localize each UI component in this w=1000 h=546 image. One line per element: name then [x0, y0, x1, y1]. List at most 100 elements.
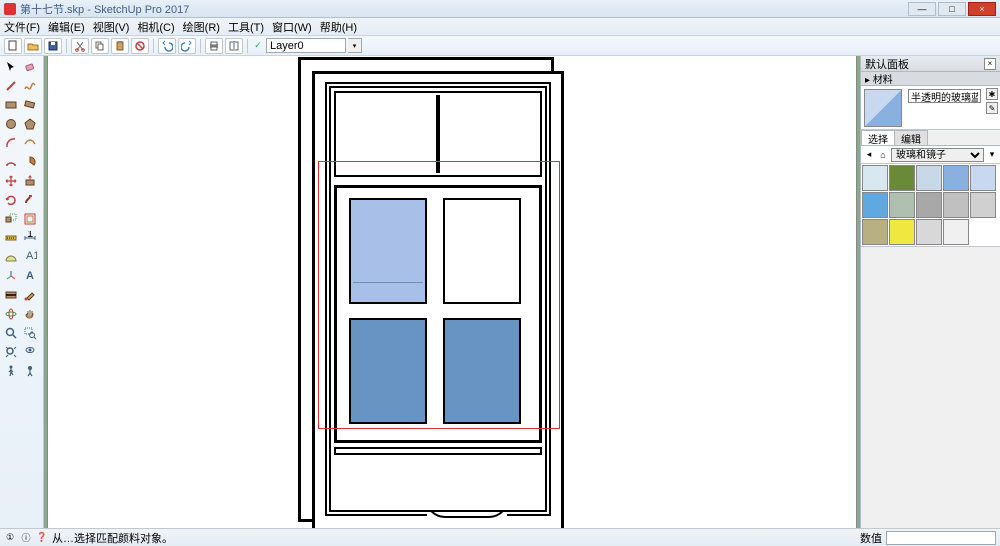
status-message: 从…选择匹配颜料对象。	[52, 530, 856, 546]
material-name-input[interactable]	[908, 89, 981, 103]
minimize-button[interactable]: —	[908, 2, 936, 16]
tool-orbit[interactable]	[2, 305, 20, 323]
swatch-6[interactable]	[889, 192, 915, 218]
default-tray-header[interactable]: 默认面板 ×	[861, 56, 1000, 72]
tool-redo[interactable]	[178, 38, 196, 54]
tool-save[interactable]	[44, 38, 62, 54]
default-tray-label: 默认面板	[865, 56, 909, 72]
canvas-paper	[47, 56, 857, 528]
tool-move[interactable]	[2, 172, 20, 190]
tool-print[interactable]	[205, 38, 223, 54]
tool-polygon[interactable]	[21, 115, 39, 133]
tool-freehand[interactable]	[21, 77, 39, 95]
tool-open[interactable]	[24, 38, 42, 54]
swatch-0[interactable]	[862, 165, 888, 191]
tab-select[interactable]: 选择	[861, 130, 895, 145]
menu-file[interactable]: 文件(F)	[4, 19, 40, 35]
status-info-icon[interactable]: ⓘ	[20, 532, 32, 544]
tool-2pt-arc[interactable]	[21, 134, 39, 152]
tool-position-camera[interactable]	[21, 343, 39, 361]
tool-rotated-rect[interactable]	[21, 96, 39, 114]
tool-new[interactable]	[4, 38, 22, 54]
tool-3dtext[interactable]: A	[21, 267, 39, 285]
swatch-10[interactable]	[862, 219, 888, 245]
menu-edit[interactable]: 编辑(E)	[48, 19, 85, 35]
tool-paste[interactable]	[111, 38, 129, 54]
swatch-3[interactable]	[943, 165, 969, 191]
tool-zoom-extents[interactable]	[2, 343, 20, 361]
tool-copy[interactable]	[91, 38, 109, 54]
tool-eraser[interactable]	[21, 58, 39, 76]
tool-rectangle[interactable]	[2, 96, 20, 114]
tool-3pt-arc[interactable]	[2, 153, 20, 171]
swatch-8[interactable]	[943, 192, 969, 218]
svg-text:i: i	[233, 40, 235, 52]
close-button[interactable]: ×	[968, 2, 996, 16]
tool-look[interactable]	[21, 362, 39, 380]
tool-pushpull[interactable]	[21, 172, 39, 190]
tray-close-icon[interactable]: ×	[984, 58, 996, 70]
tool-dimension[interactable]: 1	[21, 229, 39, 247]
tool-zoom-window[interactable]	[21, 324, 39, 342]
sample-paint-icon[interactable]: ✎	[986, 102, 998, 114]
tool-model-info[interactable]: i	[225, 38, 243, 54]
tool-pie[interactable]	[21, 153, 39, 171]
material-swatch[interactable]	[864, 89, 902, 127]
menu-camera[interactable]: 相机(C)	[137, 19, 174, 35]
tool-rotate[interactable]	[2, 191, 20, 209]
menu-window[interactable]: 窗口(W)	[272, 19, 312, 35]
materials-header[interactable]: ▸ 材料	[861, 72, 1000, 86]
tool-arc[interactable]	[2, 134, 20, 152]
tool-tape[interactable]	[2, 229, 20, 247]
menu-help[interactable]: 帮助(H)	[320, 19, 357, 35]
nav-menu-icon[interactable]: ▾	[986, 149, 998, 161]
swatch-2[interactable]	[916, 165, 942, 191]
tool-axes[interactable]	[2, 267, 20, 285]
app-icon	[4, 3, 16, 15]
swatch-12[interactable]	[916, 219, 942, 245]
material-category-select[interactable]: 玻璃和镜子	[891, 148, 984, 162]
tool-text[interactable]: A1	[21, 248, 39, 266]
swatch-11[interactable]	[889, 219, 915, 245]
window-model[interactable]	[298, 57, 570, 529]
tool-line[interactable]	[2, 77, 20, 95]
tool-cut[interactable]	[71, 38, 89, 54]
swatch-1[interactable]	[889, 165, 915, 191]
tool-zoom[interactable]	[2, 324, 20, 342]
tool-undo[interactable]	[158, 38, 176, 54]
tool-followme[interactable]	[21, 191, 39, 209]
nav-back-icon[interactable]: ◂	[863, 149, 875, 161]
menu-draw[interactable]: 绘图(R)	[183, 19, 220, 35]
layer-visible-check[interactable]: ✓	[252, 40, 264, 52]
layer-name: Layer0	[270, 40, 304, 52]
nav-home-icon[interactable]: ⌂	[877, 149, 889, 161]
status-help-icon[interactable]: ❓	[36, 532, 48, 544]
maximize-button[interactable]: □	[938, 2, 966, 16]
tool-offset[interactable]	[21, 210, 39, 228]
viewport[interactable]	[44, 56, 860, 528]
tool-pan[interactable]	[21, 305, 39, 323]
status-geo-icon[interactable]: ①	[4, 532, 16, 544]
layer-dropdown-icon[interactable]: ▾	[348, 38, 362, 53]
tool-scale[interactable]	[2, 210, 20, 228]
tool-select[interactable]	[2, 58, 20, 76]
value-control-box[interactable]	[886, 531, 996, 545]
swatch-4[interactable]	[970, 165, 996, 191]
tool-paint[interactable]	[21, 286, 39, 304]
svg-text:A: A	[26, 270, 34, 282]
swatch-13[interactable]	[943, 219, 969, 245]
layer-selector[interactable]: Layer0	[266, 38, 346, 53]
tool-delete[interactable]	[131, 38, 149, 54]
tool-section[interactable]	[2, 286, 20, 304]
menu-tools[interactable]: 工具(T)	[228, 19, 264, 35]
menu-view[interactable]: 视图(V)	[93, 19, 130, 35]
tab-edit[interactable]: 编辑	[894, 130, 928, 145]
tool-circle[interactable]	[2, 115, 20, 133]
create-material-icon[interactable]: ✱	[986, 88, 998, 100]
swatch-5[interactable]	[862, 192, 888, 218]
tool-walk[interactable]	[2, 362, 20, 380]
swatch-7[interactable]	[916, 192, 942, 218]
tool-protractor[interactable]	[2, 248, 20, 266]
selection-marquee	[318, 161, 560, 429]
swatch-9[interactable]	[970, 192, 996, 218]
